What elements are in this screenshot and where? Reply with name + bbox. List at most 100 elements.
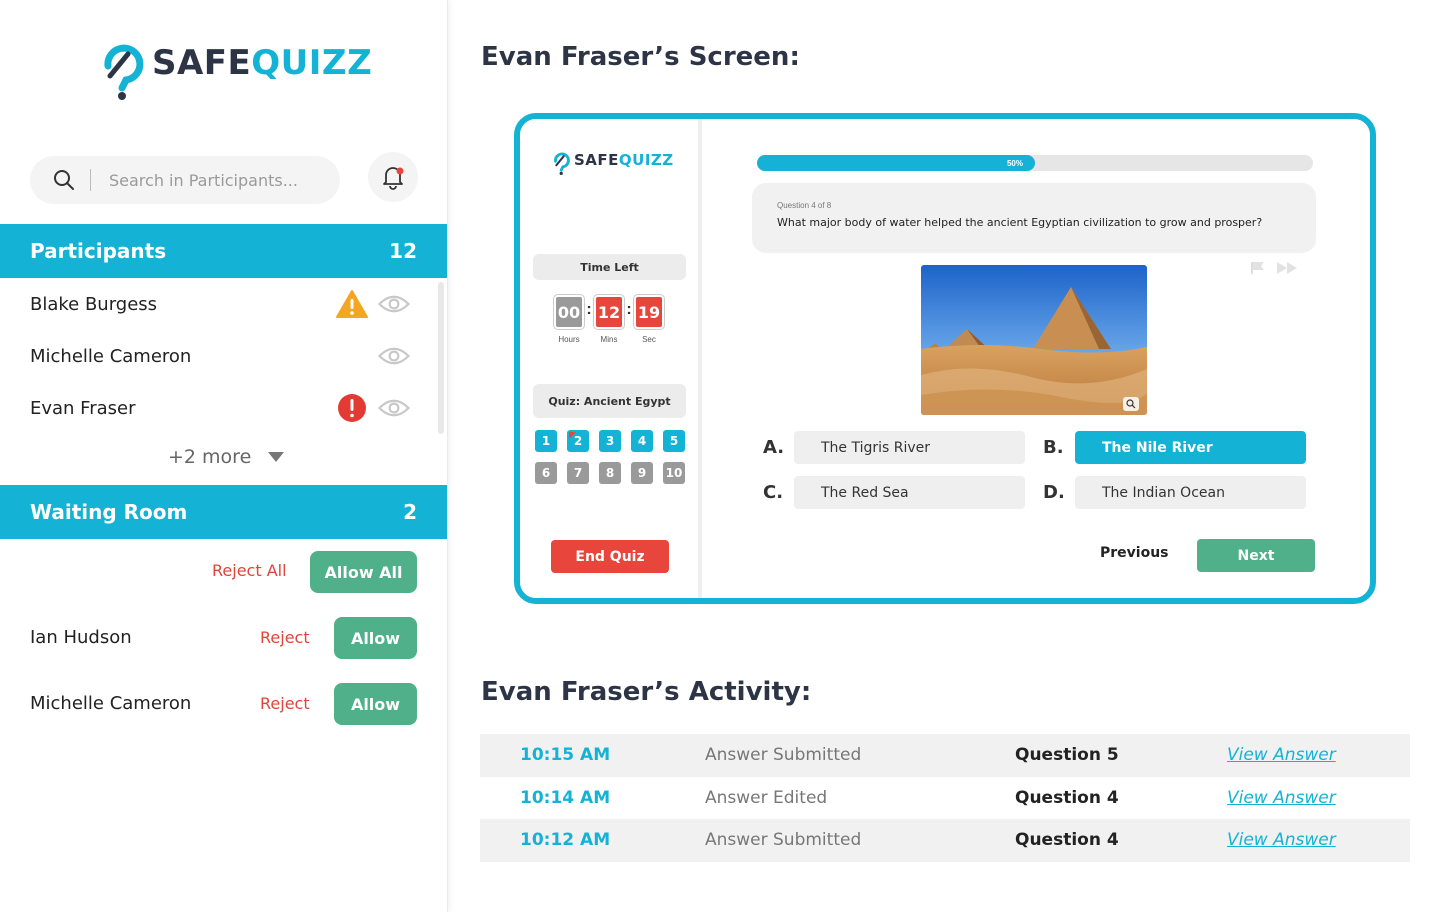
timer-colon: : <box>626 301 632 318</box>
sidebar: SAFEQUIZZ Participants 12 Blake Burgess <box>0 0 448 912</box>
participant-search[interactable] <box>30 156 340 204</box>
screen-title: Evan Fraser’s Screen: <box>481 42 800 72</box>
waiting-row: Ian Hudson Reject Allow <box>30 617 417 659</box>
view-screen-eye-icon[interactable] <box>378 340 410 372</box>
notifications-button[interactable] <box>368 152 418 202</box>
option-a-letter: A. <box>763 437 785 458</box>
zoom-icon <box>1126 399 1136 409</box>
timer-mins: 12 <box>594 295 624 329</box>
quiz-name: Quiz: Ancient Egypt <box>533 384 686 418</box>
flag-marker-icon <box>569 432 576 439</box>
timer-hours: 00 <box>554 295 584 329</box>
previous-button[interactable]: Previous <box>1100 545 1169 561</box>
countdown-timer: 00 Hours : 12 Mins : 19 Sec <box>554 295 664 344</box>
question-number-label: 3 <box>605 434 615 448</box>
question-number-button[interactable]: 3 <box>599 430 621 452</box>
activity-action: Answer Submitted <box>705 745 862 766</box>
activity-action: Answer Edited <box>705 787 828 808</box>
timer-hours-label: Hours <box>558 335 580 344</box>
timer-colon: : <box>586 301 592 318</box>
waiting-room-header[interactable]: Waiting Room 2 <box>0 485 447 539</box>
question-number-label: 7 <box>573 466 583 480</box>
progress-fill: 50% <box>757 155 1035 171</box>
pyramids-image <box>921 265 1147 415</box>
zoom-image-button[interactable] <box>1123 397 1139 411</box>
question-number-button[interactable]: 2 <box>567 430 589 452</box>
allow-button[interactable]: Allow <box>334 617 417 659</box>
question-number-button[interactable]: 5 <box>663 430 685 452</box>
quiz-progress-bar: 50% <box>757 155 1313 171</box>
participant-screen-preview: SAFEQUIZZ Time Left 00 Hours : 12 Mins : 1… <box>514 113 1376 604</box>
waiting-name: Ian Hudson <box>30 627 132 648</box>
show-more-participants[interactable]: +2 more <box>168 446 285 468</box>
end-quiz-button[interactable]: End Quiz <box>551 540 669 573</box>
allow-all-button[interactable]: Allow All <box>310 551 417 593</box>
participants-title: Participants <box>30 239 167 263</box>
participant-row[interactable]: Blake Burgess <box>30 284 420 324</box>
preview-logo: SAFEQUIZZ <box>552 149 674 175</box>
option-a[interactable]: The Tigris River <box>794 431 1025 464</box>
activity-time: 10:14 AM <box>520 787 611 808</box>
search-divider <box>90 169 91 191</box>
participants-scrollbar[interactable] <box>438 282 444 434</box>
status-placeholder <box>336 340 368 372</box>
reject-button[interactable]: Reject <box>260 694 310 713</box>
participants-header[interactable]: Participants 12 <box>0 224 447 278</box>
reject-button[interactable]: Reject <box>260 628 310 647</box>
alert-icon <box>336 392 368 424</box>
activity-time: 10:15 AM <box>520 745 611 766</box>
question-number-button[interactable]: 4 <box>631 430 653 452</box>
reject-all-button[interactable]: Reject All <box>212 561 287 580</box>
participant-row[interactable]: Evan Fraser <box>30 388 420 428</box>
search-icon <box>54 170 74 190</box>
option-d[interactable]: The Indian Ocean <box>1075 476 1306 509</box>
skip-forward-icon[interactable] <box>1276 261 1298 275</box>
participants-count: 12 <box>389 239 417 263</box>
time-left-label: Time Left <box>533 254 686 280</box>
question-number-button[interactable]: 8 <box>599 462 621 484</box>
participant-name: Michelle Cameron <box>30 345 192 367</box>
view-screen-eye-icon[interactable] <box>378 288 410 320</box>
pyramids-illustration <box>921 265 1147 415</box>
search-input[interactable] <box>109 170 309 190</box>
question-number-button[interactable]: 7 <box>567 462 589 484</box>
view-answer-link[interactable]: View Answer <box>1227 788 1336 808</box>
option-b[interactable]: The Nile River <box>1075 431 1306 464</box>
flag-icon[interactable] <box>1250 261 1266 275</box>
question-tools <box>1250 261 1298 275</box>
view-answer-link[interactable]: View Answer <box>1227 830 1336 850</box>
option-d-letter: D. <box>1043 482 1065 503</box>
question-navigator: 1 2 3 4 5 6 7 8 9 10 <box>535 430 695 484</box>
question-number-label: 1 <box>541 434 551 448</box>
question-number-label: 9 <box>637 466 647 480</box>
question-number-button[interactable]: 6 <box>535 462 557 484</box>
timer-sec: 19 <box>634 295 664 329</box>
question-number-button[interactable]: 10 <box>663 462 685 484</box>
activity-title: Evan Fraser’s Activity: <box>481 677 812 707</box>
participant-row[interactable]: Michelle Cameron <box>30 336 420 376</box>
option-b-letter: B. <box>1043 437 1064 458</box>
option-c-letter: C. <box>763 482 784 503</box>
waiting-room-count: 2 <box>403 500 417 524</box>
view-screen-eye-icon[interactable] <box>378 392 410 424</box>
activity-row: 10:12 AM Answer Submitted Question 4 Vie… <box>480 819 1410 862</box>
logo-wordmark: SAFEQUIZZ <box>152 43 373 83</box>
caret-down-icon <box>268 452 285 462</box>
question-number-label: 4 <box>637 434 647 448</box>
activity-question: Question 4 <box>1015 830 1119 851</box>
option-c[interactable]: The Red Sea <box>794 476 1025 509</box>
question-number-button[interactable]: 9 <box>631 462 653 484</box>
timer-sec-label: Sec <box>642 335 656 344</box>
logo-question-mark-icon <box>104 44 144 100</box>
logo-question-mark-icon <box>554 152 570 175</box>
participant-name: Evan Fraser <box>30 397 136 419</box>
allow-button[interactable]: Allow <box>334 683 417 725</box>
question-meta: Question 4 of 8 <box>777 201 832 210</box>
question-number-button[interactable]: 1 <box>535 430 557 452</box>
next-button[interactable]: Next <box>1197 539 1315 572</box>
activity-question: Question 4 <box>1015 787 1119 808</box>
question-number-label: 5 <box>669 434 679 448</box>
waiting-row: Michelle Cameron Reject Allow <box>30 683 417 725</box>
view-answer-link[interactable]: View Answer <box>1227 745 1336 765</box>
activity-action: Answer Submitted <box>705 830 862 851</box>
